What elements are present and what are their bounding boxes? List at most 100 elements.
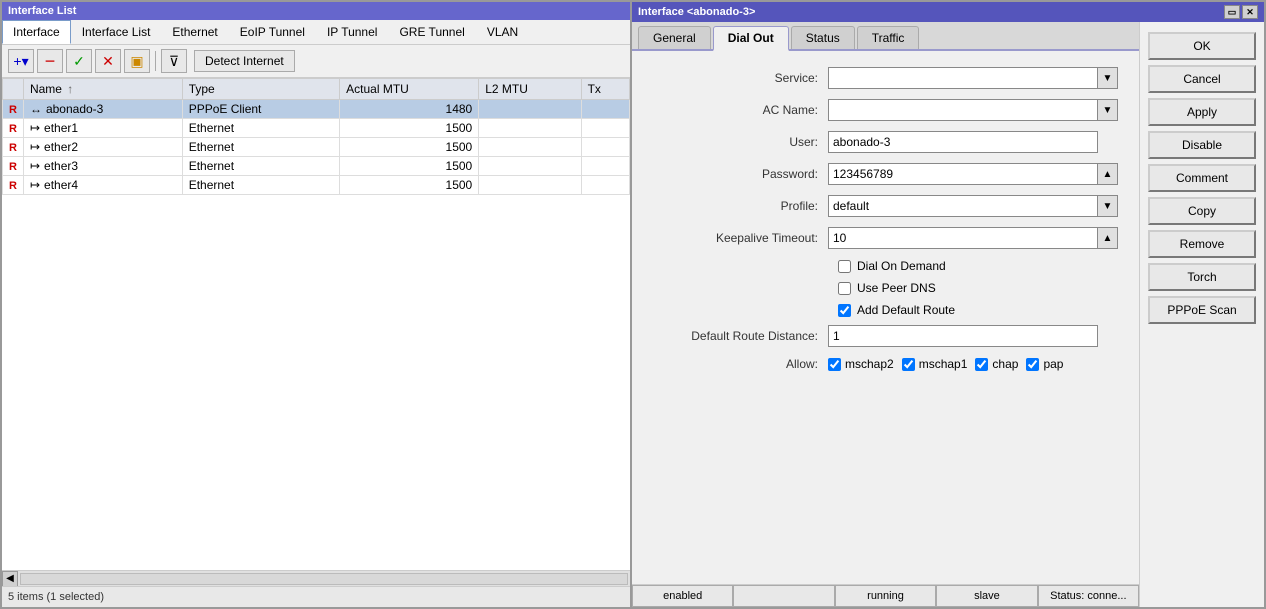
mschap1-label[interactable]: mschap1: [919, 357, 968, 371]
profile-input-group: ▼: [828, 195, 1118, 217]
table-row[interactable]: R ↦ether4 Ethernet 1500: [3, 176, 630, 195]
side-buttons-panel: OK Cancel Apply Disable Comment Copy Rem…: [1139, 22, 1264, 607]
use-peer-dns-checkbox[interactable]: [838, 282, 851, 295]
horizontal-scrollbar[interactable]: ◀: [2, 570, 630, 586]
menu-vlan[interactable]: VLAN: [476, 20, 529, 44]
row-actual-mtu: 1500: [340, 119, 479, 138]
row-actual-mtu: 1500: [340, 176, 479, 195]
ac-name-input[interactable]: [828, 99, 1098, 121]
profile-input[interactable]: [828, 195, 1098, 217]
row-l2-mtu: [479, 138, 581, 157]
ac-name-dropdown-btn[interactable]: ▼: [1098, 99, 1118, 121]
disable-button-right[interactable]: Disable: [1148, 131, 1256, 159]
status-connected: Status: conne...: [1038, 585, 1139, 607]
col-tx[interactable]: Tx: [581, 79, 629, 100]
add-default-route-checkbox[interactable]: [838, 304, 851, 317]
cancel-button[interactable]: Cancel: [1148, 65, 1256, 93]
table-row[interactable]: R ↦ether1 Ethernet 1500: [3, 119, 630, 138]
interface-list-panel: Interface List Interface Interface List …: [0, 0, 632, 609]
table-row[interactable]: R ↦ether2 Ethernet 1500: [3, 138, 630, 157]
pap-checkbox[interactable]: [1026, 358, 1039, 371]
left-panel-title: Interface List: [8, 5, 76, 17]
col-status[interactable]: [3, 79, 24, 100]
close-button[interactable]: ✕: [1242, 5, 1258, 19]
add-default-route-label[interactable]: Add Default Route: [857, 303, 955, 317]
password-input[interactable]: [828, 163, 1098, 185]
service-input[interactable]: [828, 67, 1098, 89]
disable-button[interactable]: ✕: [95, 49, 121, 73]
row-tx: [581, 157, 629, 176]
ac-name-input-group: ▼: [828, 99, 1118, 121]
filter-button[interactable]: ⊽: [161, 49, 187, 73]
dial-on-demand-label[interactable]: Dial On Demand: [857, 259, 946, 273]
table-row[interactable]: R ↦ether3 Ethernet 1500: [3, 157, 630, 176]
pppoe-scan-button[interactable]: PPPoE Scan: [1148, 296, 1256, 324]
profile-label: Profile:: [648, 199, 828, 213]
left-status-bar: 5 items (1 selected): [2, 586, 630, 607]
apply-button[interactable]: Apply: [1148, 98, 1256, 126]
note-button[interactable]: ▣: [124, 49, 150, 73]
row-name: ↦ether1: [23, 119, 182, 138]
ok-button[interactable]: OK: [1148, 32, 1256, 60]
password-toggle-btn[interactable]: ▲: [1098, 163, 1118, 185]
row-actual-mtu: 1480: [340, 100, 479, 119]
user-input[interactable]: [828, 131, 1098, 153]
col-name[interactable]: Name ↑: [23, 79, 182, 100]
menu-ethernet[interactable]: Ethernet: [161, 20, 228, 44]
pap-label[interactable]: pap: [1043, 357, 1063, 371]
ac-name-label: AC Name:: [648, 103, 828, 117]
keepalive-up-btn[interactable]: ▲: [1098, 227, 1118, 249]
enable-button[interactable]: ✓: [66, 49, 92, 73]
keepalive-input[interactable]: [828, 227, 1098, 249]
menu-eoip-tunnel[interactable]: EoIP Tunnel: [229, 20, 316, 44]
col-type[interactable]: Type: [182, 79, 339, 100]
profile-dropdown-btn[interactable]: ▼: [1098, 195, 1118, 217]
row-name: ↦ether3: [23, 157, 182, 176]
default-route-distance-input[interactable]: [828, 325, 1098, 347]
tab-dial-out[interactable]: Dial Out: [713, 26, 789, 51]
tab-traffic[interactable]: Traffic: [857, 26, 920, 49]
menu-interface-list[interactable]: Interface List: [71, 20, 162, 44]
profile-row: Profile: ▼: [648, 195, 1123, 217]
dial-on-demand-checkbox[interactable]: [838, 260, 851, 273]
col-actual-mtu[interactable]: Actual MTU: [340, 79, 479, 100]
status-empty: [733, 585, 834, 607]
menu-interface[interactable]: Interface: [2, 20, 71, 44]
service-row: Service: ▼: [648, 67, 1123, 89]
use-peer-dns-row: Use Peer DNS: [838, 281, 1123, 295]
row-type: Ethernet: [182, 157, 339, 176]
chap-checkbox[interactable]: [975, 358, 988, 371]
default-route-distance-row: Default Route Distance:: [648, 325, 1123, 347]
row-name: ↦ether4: [23, 176, 182, 195]
col-l2-mtu[interactable]: L2 MTU: [479, 79, 581, 100]
tab-status[interactable]: Status: [791, 26, 855, 49]
keepalive-row: Keepalive Timeout: ▲: [648, 227, 1123, 249]
service-dropdown-btn[interactable]: ▼: [1098, 67, 1118, 89]
table-row[interactable]: R ↔abonado-3 PPPoE Client 1480: [3, 100, 630, 119]
copy-button[interactable]: Copy: [1148, 197, 1256, 225]
scroll-track[interactable]: [20, 573, 628, 585]
comment-button[interactable]: Comment: [1148, 164, 1256, 192]
scroll-left-btn[interactable]: ◀: [2, 571, 18, 587]
ac-name-row: AC Name: ▼: [648, 99, 1123, 121]
mschap2-label[interactable]: mschap2: [845, 357, 894, 371]
allow-label: Allow:: [648, 357, 828, 371]
detect-internet-button[interactable]: Detect Internet: [194, 50, 295, 72]
menu-ip-tunnel[interactable]: IP Tunnel: [316, 20, 388, 44]
menu-gre-tunnel[interactable]: GRE Tunnel: [388, 20, 475, 44]
add-button[interactable]: +▾: [8, 49, 34, 73]
use-peer-dns-label[interactable]: Use Peer DNS: [857, 281, 936, 295]
separator1: [155, 51, 156, 71]
mschap1-checkbox[interactable]: [902, 358, 915, 371]
chap-label[interactable]: chap: [992, 357, 1018, 371]
row-tx: [581, 100, 629, 119]
remove-button[interactable]: −: [37, 49, 63, 73]
row-name: ↔abonado-3: [23, 100, 182, 119]
window-controls: ▭ ✕: [1224, 5, 1258, 19]
status-running: running: [835, 585, 936, 607]
tab-general[interactable]: General: [638, 26, 711, 49]
restore-button[interactable]: ▭: [1224, 5, 1240, 19]
remove-button-right[interactable]: Remove: [1148, 230, 1256, 258]
torch-button[interactable]: Torch: [1148, 263, 1256, 291]
mschap2-checkbox[interactable]: [828, 358, 841, 371]
